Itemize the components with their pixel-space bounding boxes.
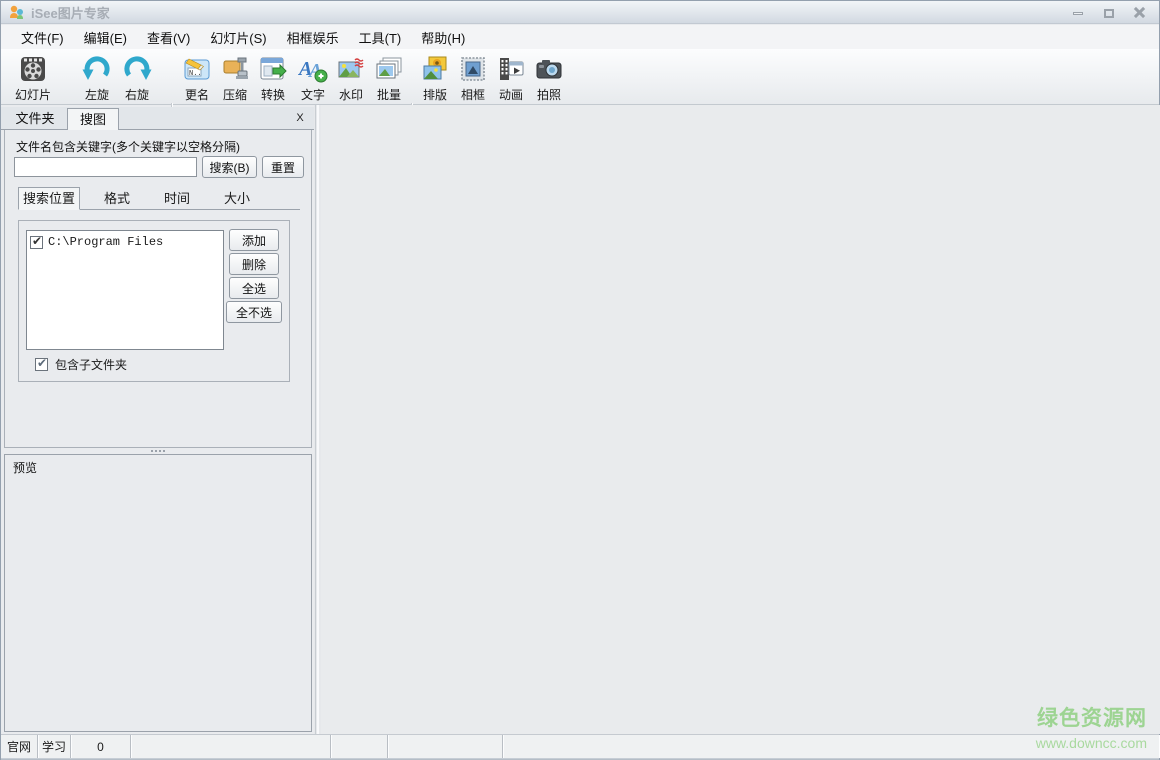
toolbar-camera-button[interactable]: 拍照 [529, 51, 569, 103]
toolbar-text-button[interactable]: A A 文字 [293, 51, 333, 103]
close-button[interactable] [1129, 6, 1151, 20]
search-panel: 文件名包含关键字(多个关键字以空格分隔) 搜索(B) 重置 搜索位置 格式 时间… [4, 130, 312, 448]
statusbar-cell [331, 735, 388, 758]
toolbar-label: 相框 [453, 86, 493, 103]
menu-slideshow[interactable]: 幻灯片(S) [200, 26, 276, 49]
subtab-search-location[interactable]: 搜索位置 [18, 187, 80, 210]
toolbar-label: 排版 [415, 86, 455, 103]
tab-search-images[interactable]: 搜图 [67, 108, 119, 131]
toolbar-label: 动画 [491, 86, 531, 103]
menubar: 文件(F) 编辑(E) 查看(V) 幻灯片(S) 相框娱乐 工具(T) 帮助(H… [1, 25, 1159, 49]
app-logo-icon [8, 4, 25, 20]
toolbar-frame-button[interactable]: 相框 [453, 51, 493, 103]
text-icon: A A [297, 53, 329, 85]
toolbar-label: 幻灯片 [7, 86, 59, 103]
include-subfolders-label: 包含子文件夹 [55, 356, 127, 373]
convert-icon [257, 53, 289, 85]
preview-panel: 预览 [4, 454, 312, 732]
subtab-size[interactable]: 大小 [214, 188, 260, 210]
maximize-button[interactable] [1098, 6, 1120, 20]
toolbar-label: 文字 [293, 86, 333, 103]
batch-icon [373, 53, 405, 85]
toolbar-label: 右旋 [117, 86, 157, 103]
toolbar-label: 水印 [331, 86, 371, 103]
toolbar-batch-button[interactable]: 批量 [369, 51, 409, 103]
statusbar-official-site[interactable]: 官网 [1, 735, 38, 758]
keyword-input[interactable] [14, 157, 197, 177]
menu-help[interactable]: 帮助(H) [411, 26, 475, 49]
rotate-left-icon [81, 53, 113, 85]
menu-frame-fun[interactable]: 相框娱乐 [277, 26, 349, 49]
toolbar-label: 批量 [369, 86, 409, 103]
toolbar-label: 拍照 [529, 86, 569, 103]
reset-button[interactable]: 重置 [262, 156, 304, 178]
panel-close-icon[interactable]: X [293, 111, 307, 125]
toolbar-label: 更名 [177, 86, 217, 103]
toolbar-rotate-right-button[interactable]: 右旋 [117, 51, 157, 103]
slideshow-icon [17, 53, 49, 85]
toolbar-convert-button[interactable]: 转换 [253, 51, 293, 103]
location-path: C:\Program Files [48, 235, 163, 249]
vertical-splitter[interactable] [314, 105, 321, 734]
toolbar-rotate-left-button[interactable]: 左旋 [77, 51, 117, 103]
tab-folders[interactable]: 文件夹 [5, 108, 65, 130]
toolbar: 幻灯片 左旋 右旋 N.. [1, 49, 1159, 105]
search-button[interactable]: 搜索(B) [202, 156, 257, 178]
toolbar-label: 压缩 [215, 86, 255, 103]
watermark-icon [335, 53, 367, 85]
animation-icon [495, 53, 527, 85]
menu-tools[interactable]: 工具(T) [349, 26, 412, 49]
toolbar-rename-button[interactable]: N.. 更名 [177, 51, 217, 103]
statusbar-cell [131, 735, 331, 758]
select-none-button[interactable]: 全不选 [226, 301, 282, 323]
frame-icon [457, 53, 489, 85]
app-window: iSee图片专家 文件(F) 编辑(E) 查看(V) 幻灯片(S) 相框娱乐 工… [0, 0, 1160, 760]
toolbar-slideshow-button[interactable]: 幻灯片 [7, 51, 59, 103]
include-subfolders-checkbox[interactable] [35, 358, 48, 371]
compress-icon [219, 53, 251, 85]
location-list[interactable]: C:\Program Files [26, 230, 224, 350]
delete-button[interactable]: 删除 [229, 253, 279, 275]
menu-file[interactable]: 文件(F) [11, 26, 74, 49]
toolbar-label: 左旋 [77, 86, 117, 103]
subtab-format[interactable]: 格式 [94, 188, 140, 210]
add-button[interactable]: 添加 [229, 229, 279, 251]
location-checkbox[interactable] [30, 236, 43, 249]
rotate-right-icon [121, 53, 153, 85]
toolbar-label: 转换 [253, 86, 293, 103]
statusbar: 官网 学习 0 [1, 734, 1159, 758]
toolbar-layout-button[interactable]: 排版 [415, 51, 455, 103]
sidebar-tabstrip: 文件夹 搜图 X [1, 107, 314, 130]
toolbar-watermark-button[interactable]: 水印 [331, 51, 371, 103]
toolbar-compress-button[interactable]: 压缩 [215, 51, 255, 103]
window-title: iSee图片专家 [31, 3, 110, 22]
search-subtabs: 搜索位置 格式 时间 大小 [18, 187, 300, 210]
location-groupbox: C:\Program Files 添加 删除 全选 全不选 包含子文件夹 [18, 220, 290, 382]
subtab-time[interactable]: 时间 [154, 188, 200, 210]
preview-label: 预览 [13, 459, 37, 476]
statusbar-learn[interactable]: 学习 [38, 735, 71, 758]
splitter-dots-icon [151, 450, 153, 452]
statusbar-cell [503, 735, 1159, 758]
camera-icon [533, 53, 565, 85]
keyword-label: 文件名包含关键字(多个关键字以空格分隔) [16, 138, 240, 155]
rename-icon: N.. [181, 53, 213, 85]
statusbar-cell [388, 735, 503, 758]
menu-view[interactable]: 查看(V) [137, 26, 200, 49]
svg-text:N..: N.. [189, 70, 202, 78]
statusbar-count: 0 [71, 735, 131, 758]
layout-icon [419, 53, 451, 85]
location-list-item[interactable]: C:\Program Files [27, 231, 223, 249]
select-all-button[interactable]: 全选 [229, 277, 279, 299]
toolbar-animation-button[interactable]: 动画 [491, 51, 531, 103]
menu-edit[interactable]: 编辑(E) [74, 26, 137, 49]
titlebar: iSee图片专家 [1, 1, 1159, 24]
minimize-button[interactable] [1067, 6, 1089, 20]
main-browse-area [321, 105, 1160, 734]
